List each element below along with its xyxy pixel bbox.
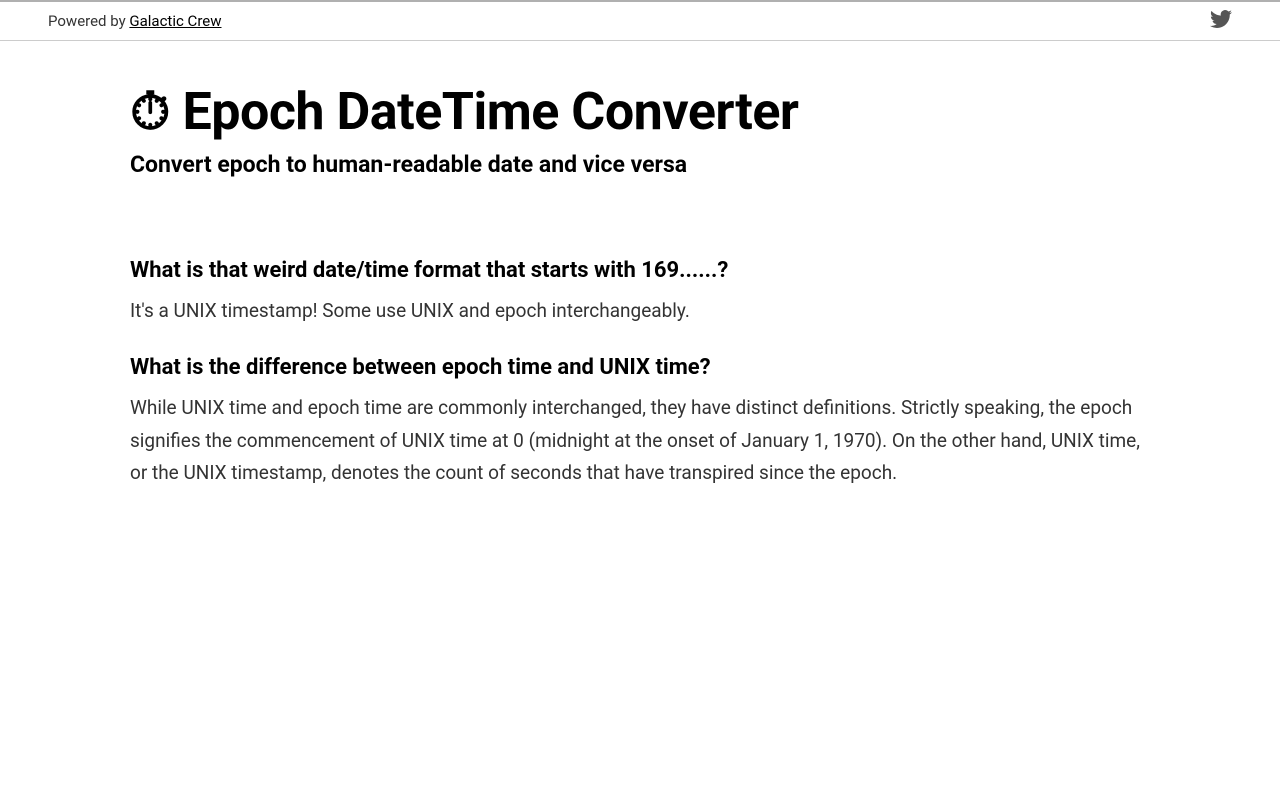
twitter-icon — [1210, 8, 1232, 30]
twitter-link[interactable] — [1210, 8, 1232, 34]
faq-answer: While UNIX time and epoch time are commo… — [130, 392, 1150, 489]
page-title: ⏱ Epoch DateTime Converter — [130, 81, 1150, 143]
faq-question: What is the difference between epoch tim… — [130, 355, 1150, 380]
top-bar: Powered by Galactic Crew — [0, 0, 1280, 41]
faq-answer: It's a UNIX timestamp! Some use UNIX and… — [130, 295, 1150, 327]
powered-by-link[interactable]: Galactic Crew — [129, 12, 221, 30]
faq-question: What is that weird date/time format that… — [130, 258, 1150, 283]
main-content: ⏱ Epoch DateTime Converter Convert epoch… — [110, 41, 1170, 547]
powered-by-prefix: Powered by — [48, 12, 129, 30]
page-subtitle: Convert epoch to human-readable date and… — [130, 151, 1150, 178]
powered-by-text: Powered by Galactic Crew — [48, 12, 222, 30]
